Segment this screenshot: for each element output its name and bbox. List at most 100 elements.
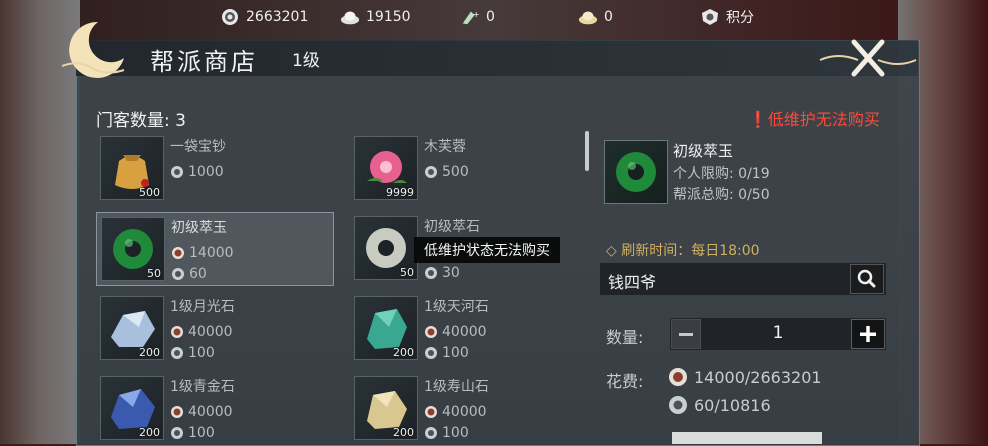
item-price-value: 40000 (442, 324, 487, 340)
merchant-search[interactable]: 钱四爷 (600, 263, 886, 295)
shop-level: 1级 (292, 51, 320, 71)
buy-button[interactable] (672, 432, 822, 444)
currency-coin-value: 2663201 (246, 9, 309, 25)
personal-limit: 个人限购: 0/19 (673, 166, 770, 182)
item-thumbnail: 50 (101, 217, 165, 281)
item-stock: 9999 (386, 186, 414, 199)
currency-gold-value: 0 (604, 9, 613, 25)
detail-item-name: 初级萃玉 (673, 142, 734, 160)
increase-button[interactable] (851, 319, 885, 349)
shop-item[interactable]: 200 1级青金石 40000 100 (96, 372, 334, 446)
detail-thumbnail (604, 140, 668, 204)
item-price-value: 500 (442, 164, 469, 180)
coin-icon (222, 9, 238, 25)
coin-icon (171, 406, 183, 418)
item-name: 1级寿山石 (424, 379, 489, 395)
cost-coin: 14000/2663201 (668, 367, 822, 387)
item-stock: 200 (393, 346, 414, 359)
coin-icon (172, 247, 184, 259)
item-price-value: 100 (442, 345, 469, 361)
quantity-stepper[interactable]: 1 (670, 318, 886, 350)
coin-icon (171, 326, 183, 338)
cost-label: 花费: (606, 372, 644, 391)
shop-item[interactable]: 200 1级月光石 40000 100 (96, 292, 334, 366)
item-name: 木芙蓉 (424, 139, 466, 155)
refresh-time: ◇ 刷新时间：每日18:00 (606, 243, 760, 259)
cost-points-value: 60/10816 (694, 395, 771, 415)
item-price-value: 100 (442, 425, 469, 441)
item-name: 初级萃玉 (171, 220, 227, 236)
item-name: 1级月光石 (170, 299, 235, 315)
page-title: 帮派商店 (150, 48, 258, 76)
item-price-value: 1000 (188, 164, 224, 180)
item-thumbnail: 200 (100, 296, 164, 360)
point-coin-icon (425, 166, 437, 178)
search-button[interactable] (850, 264, 884, 294)
tooltip: 低维护状态无法购买 (414, 237, 560, 263)
coin-icon (425, 406, 437, 418)
item-name: 1级天河石 (424, 299, 489, 315)
item-stock: 50 (147, 267, 161, 280)
item-thumbnail: 9999 (354, 136, 418, 200)
item-price-coin: 14000 (171, 244, 234, 262)
shop-item[interactable]: 500 一袋宝钞 1000 (96, 132, 334, 206)
currency-silver[interactable]: 19150 (340, 6, 411, 28)
shop-item[interactable]: 200 1级天河石 40000 100 (350, 292, 588, 366)
silver-ingot-icon (340, 11, 360, 25)
item-stock: 200 (393, 426, 414, 439)
currency-coin[interactable]: 2663201 (220, 6, 308, 28)
currency-points[interactable]: 积分 (700, 6, 754, 28)
currency-silver-value: 19150 (366, 9, 411, 25)
item-stock: 200 (139, 346, 160, 359)
point-coin-icon (172, 268, 184, 280)
item-price-value: 40000 (188, 404, 233, 420)
plus-icon (860, 326, 876, 342)
warning-icon: ❗ (748, 110, 768, 129)
item-list-scrollbar[interactable] (585, 131, 589, 171)
item-thumbnail: 500 (100, 136, 164, 200)
point-coin-icon (669, 396, 687, 414)
coin-icon (425, 326, 437, 338)
item-price-points: 100 (170, 344, 215, 362)
item-price-points: 30 (424, 264, 460, 282)
close-icon[interactable] (818, 34, 918, 82)
currency-points-label: 积分 (726, 10, 754, 26)
point-coin-icon (171, 427, 183, 439)
point-coin-icon (425, 347, 437, 359)
item-price-points: 60 (171, 265, 207, 283)
item-price: 1000 (170, 163, 224, 181)
item-price-value: 40000 (442, 404, 487, 420)
item-price-value: 40000 (188, 324, 233, 340)
guild-limit: 帮派总购: 0/50 (673, 187, 770, 203)
merchant-name: 钱四爷 (608, 273, 657, 292)
item-thumbnail: 50 (354, 216, 418, 280)
jade-ring-icon (616, 152, 656, 192)
item-thumbnail: 200 (354, 376, 418, 440)
maintenance-warning: ❗低维护无法购买 (748, 106, 880, 130)
item-name: 初级萃石 (424, 219, 480, 235)
item-price-points: 100 (170, 424, 215, 442)
item-price: 500 (424, 163, 469, 181)
item-price-coin: 40000 (170, 323, 233, 341)
item-price-value: 30 (442, 265, 460, 281)
item-name: 1级青金石 (170, 379, 235, 395)
item-price-value: 100 (188, 345, 215, 361)
item-price-points: 100 (424, 424, 469, 442)
point-coin-icon (425, 267, 437, 279)
warning-text: 低维护无法购买 (767, 110, 880, 129)
coin-icon (669, 368, 687, 386)
shop-item-selected[interactable]: 50 初级萃玉 14000 60 (96, 212, 334, 286)
currency-gold[interactable]: 0 (578, 6, 613, 28)
quantity-label: 数量: (606, 328, 644, 347)
cost-coin-value: 14000/2663201 (694, 367, 822, 387)
currency-jade[interactable]: + 0 (460, 6, 495, 28)
item-price-coin: 40000 (424, 323, 487, 341)
shop-item[interactable]: 200 1级寿山石 40000 100 (350, 372, 588, 446)
item-price-value: 100 (188, 425, 215, 441)
currency-jade-value: 0 (486, 9, 495, 25)
item-thumbnail: 200 (354, 296, 418, 360)
item-price-coin: 40000 (424, 403, 487, 421)
shop-item[interactable]: 9999 木芙蓉 500 (350, 132, 588, 206)
cost-points: 60/10816 (668, 395, 771, 415)
moon-ornament-icon (61, 21, 125, 78)
